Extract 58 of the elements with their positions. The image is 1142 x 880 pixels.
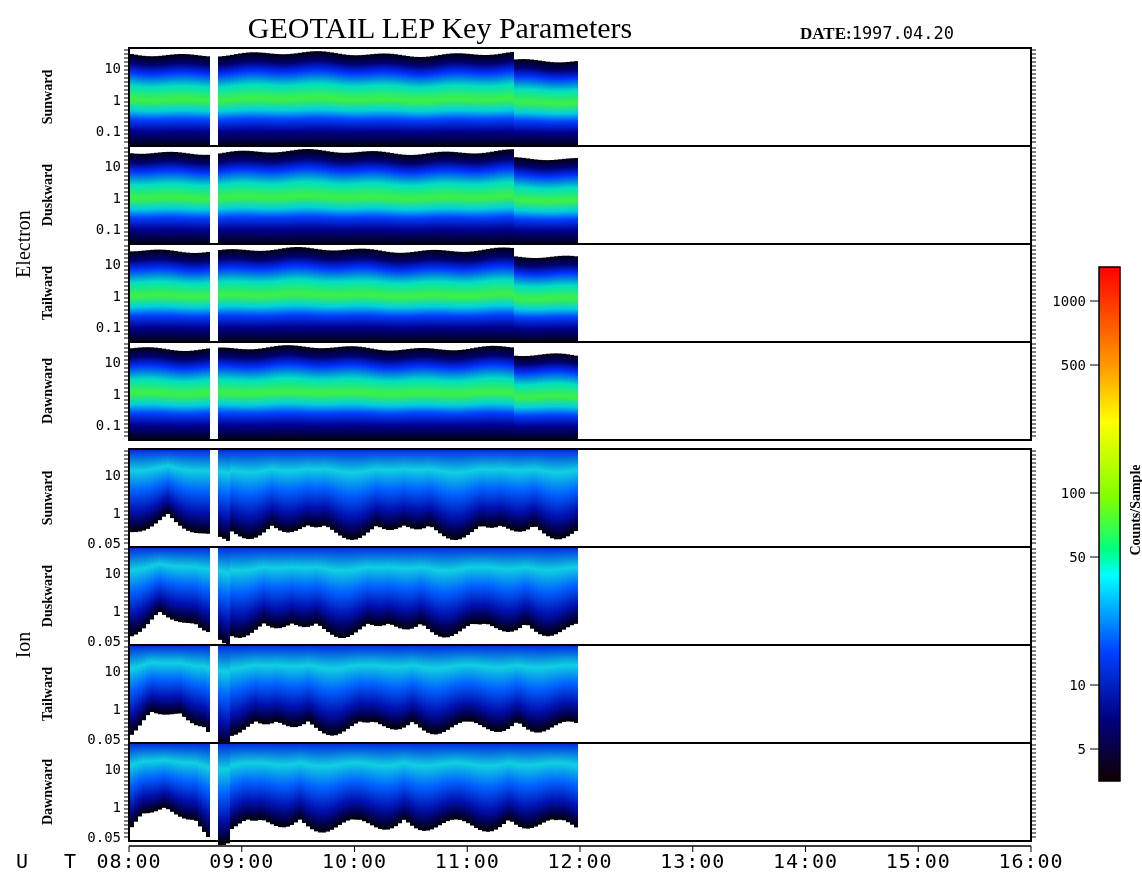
y-tick-label: 1 bbox=[112, 799, 121, 815]
colorbar-tick-label: 500 bbox=[1060, 357, 1086, 373]
y-tick-label: 10 bbox=[104, 60, 121, 76]
tick-mark bbox=[1089, 492, 1100, 494]
y-tick-label: 0.05 bbox=[87, 633, 121, 649]
y-tick-label: 10 bbox=[104, 158, 121, 174]
group-label: Electron bbox=[12, 210, 34, 278]
panel-label: Sunward bbox=[40, 69, 55, 125]
y-tick-label: 1 bbox=[112, 505, 121, 521]
y-tick-label: 0.05 bbox=[87, 829, 121, 845]
time-tick-label: 13:00 bbox=[660, 849, 726, 873]
y-tick-label: 0.1 bbox=[95, 417, 121, 433]
colorbar-tick-label: 5 bbox=[1077, 741, 1086, 757]
panel-label: Tailward bbox=[40, 266, 55, 320]
panel-label: Duskward bbox=[40, 564, 55, 628]
y-tick-label: 1 bbox=[112, 190, 121, 206]
time-tick-label: 14:00 bbox=[772, 849, 839, 873]
time-tick-label: 12:00 bbox=[547, 849, 613, 873]
y-tick-label: 0.1 bbox=[95, 123, 121, 139]
panel-label: Tailward bbox=[40, 667, 55, 721]
time-tick-label: 16:00 bbox=[998, 849, 1064, 873]
y-tick-label: 0.1 bbox=[95, 221, 121, 237]
plot-title: GEOTAIL LEP Key Parameters bbox=[247, 11, 633, 44]
y-tick-label: 10 bbox=[104, 467, 121, 483]
y-tick-label: 1 bbox=[112, 603, 121, 619]
y-tick-label: 10 bbox=[104, 565, 121, 581]
y-tick-label: 0.05 bbox=[87, 535, 121, 551]
y-tick-label: 1 bbox=[112, 701, 121, 717]
time-tick-label: 11:00 bbox=[434, 849, 500, 873]
date-label: DATE:1997.04.20 bbox=[800, 23, 954, 43]
tick-mark bbox=[1089, 300, 1100, 302]
panel-label: Sunward bbox=[40, 470, 55, 526]
group-label: Ion bbox=[12, 631, 34, 659]
tick-mark bbox=[1089, 364, 1100, 366]
y-tick-label: 1 bbox=[112, 386, 121, 402]
y-tick-label: 10 bbox=[104, 256, 121, 272]
colorbar-tick-label: 1000 bbox=[1052, 293, 1086, 309]
tick-mark bbox=[1089, 556, 1100, 558]
time-tick-label: 10:00 bbox=[321, 849, 388, 873]
colorbar-tick-label: 50 bbox=[1069, 549, 1086, 565]
time-axis-label: U T bbox=[15, 849, 89, 873]
panel-label: Dawnward bbox=[40, 758, 55, 826]
tick-mark bbox=[1089, 748, 1100, 750]
y-tick-label: 10 bbox=[104, 663, 121, 679]
panel-label: Duskward bbox=[40, 163, 55, 227]
time-tick-label: 08:00 bbox=[96, 849, 162, 873]
colorbar-tick-label: 100 bbox=[1060, 485, 1086, 501]
colorbar-tick-label: 10 bbox=[1069, 677, 1086, 693]
time-tick-label: 09:00 bbox=[209, 849, 275, 873]
y-tick-label: 10 bbox=[104, 354, 121, 370]
y-tick-label: 10 bbox=[104, 761, 121, 777]
panel-label: Dawnward bbox=[40, 357, 55, 425]
y-tick-label: 0.05 bbox=[87, 731, 121, 747]
y-tick-label: 1 bbox=[112, 288, 121, 304]
time-tick-label: 15:00 bbox=[885, 849, 951, 873]
y-tick-label: 1 bbox=[112, 92, 121, 108]
tick-mark bbox=[1089, 684, 1100, 686]
y-tick-label: 0.1 bbox=[95, 319, 121, 335]
